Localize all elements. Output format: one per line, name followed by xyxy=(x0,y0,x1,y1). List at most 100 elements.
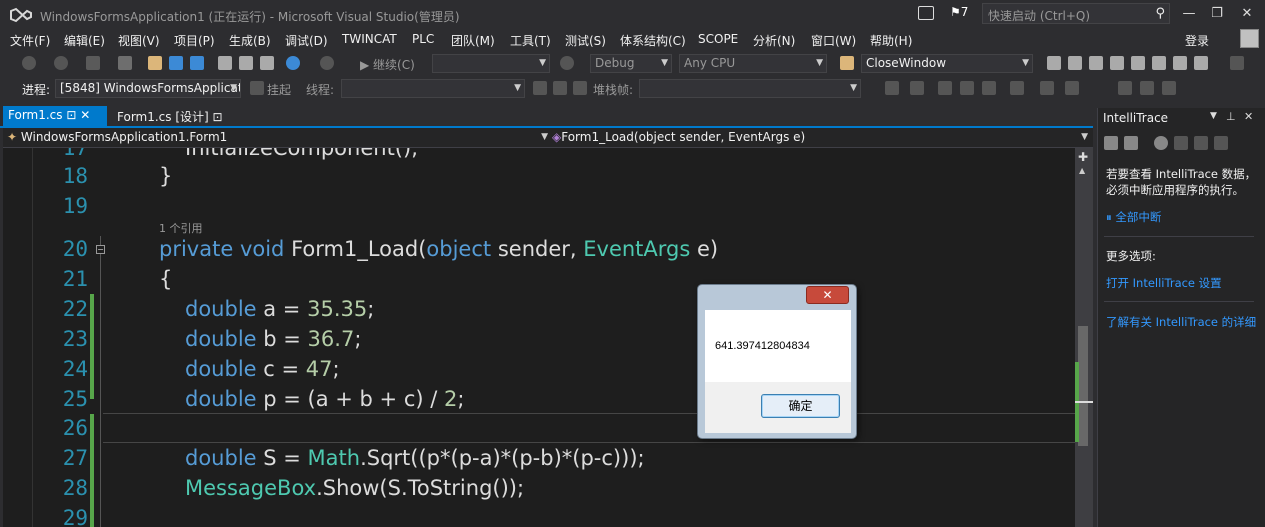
process-dropdown[interactable]: [5848] WindowsFormsApplicati ▼ xyxy=(55,79,241,98)
menu-analyze[interactable]: 分析(N) xyxy=(753,32,795,49)
refresh-icon[interactable] xyxy=(560,56,574,70)
notifications-button[interactable]: ⚑7 xyxy=(950,5,968,19)
pin-icon[interactable]: ⊡ xyxy=(213,110,223,124)
flag-thread-icon[interactable] xyxy=(553,81,567,95)
menu-test[interactable]: 测试(S) xyxy=(565,32,606,49)
tab-form1-cs[interactable]: Form1.cs ⊡ ✕ xyxy=(3,106,107,126)
redo-icon[interactable] xyxy=(320,56,334,70)
add-item-icon[interactable] xyxy=(118,56,132,70)
save-icon[interactable] xyxy=(169,56,183,70)
member-dropdown[interactable]: ◈Form1_Load(object sender, EventArgs e) ▼ xyxy=(552,129,1092,147)
avatar[interactable] xyxy=(1240,29,1259,48)
events-view-icon[interactable] xyxy=(1104,136,1118,150)
calls-view-icon[interactable] xyxy=(1124,136,1138,150)
toolbar2-tool-11-icon[interactable] xyxy=(1162,81,1176,95)
split-icon[interactable]: ✚ xyxy=(1078,150,1088,164)
settings-gear-icon[interactable] xyxy=(1154,136,1168,150)
undo-icon[interactable] xyxy=(286,56,300,70)
quick-launch-input[interactable]: 快速启动 (Ctrl+Q) ⚲ xyxy=(982,3,1170,24)
paste-icon[interactable] xyxy=(260,56,274,70)
menu-architecture[interactable]: 体系结构(C) xyxy=(620,32,686,49)
menu-project[interactable]: 项目(P) xyxy=(174,32,215,49)
menu-file[interactable]: 文件(F) xyxy=(10,32,50,49)
menu-twincat[interactable]: TWINCAT xyxy=(342,32,397,46)
menu-build[interactable]: 生成(B) xyxy=(229,32,271,49)
configuration-dropdown[interactable]: Debug ▼ xyxy=(590,54,672,73)
remove-flag-icon[interactable] xyxy=(573,81,587,95)
learn-more-link[interactable]: 了解有关 IntelliTrace 的详细 xyxy=(1106,314,1256,330)
pin-icon[interactable]: ⊡ xyxy=(66,108,76,122)
toolbar2-tool-8-icon[interactable] xyxy=(1065,81,1079,95)
collapse-icon[interactable]: − xyxy=(96,245,105,254)
toolbar2-tool-4-icon[interactable] xyxy=(960,81,974,95)
object-browser-icon[interactable] xyxy=(1131,56,1145,70)
vertical-scrollbar[interactable]: ✚ ▲ xyxy=(1075,148,1093,527)
search-icon[interactable]: ⚲ xyxy=(1155,6,1165,21)
toolbar2-tool-10-icon[interactable] xyxy=(1140,81,1154,95)
find-in-files-icon[interactable] xyxy=(840,56,854,70)
break-all-link[interactable]: ⏸ 全部中断 xyxy=(1106,209,1161,225)
forward-icon[interactable] xyxy=(54,56,68,70)
chevron-down-icon[interactable]: ▼ xyxy=(1210,111,1217,121)
run-icon[interactable] xyxy=(1230,56,1244,70)
pin-icon[interactable]: ⊥ xyxy=(1226,110,1236,123)
login-link[interactable]: 登录 xyxy=(1185,32,1209,49)
continue-button[interactable]: ▶ 继续(C) xyxy=(360,56,415,73)
close-panel-icon[interactable]: ✕ xyxy=(1244,110,1253,123)
toolbar2-tool-1-icon[interactable] xyxy=(885,81,899,95)
toolbar2-tool-6-icon[interactable] xyxy=(1010,81,1024,95)
toolbar2-tool-2-icon[interactable] xyxy=(910,81,924,95)
menu-plc[interactable]: PLC xyxy=(412,32,434,46)
continue-target-dropdown[interactable]: ▼ xyxy=(432,54,550,73)
class-view-icon[interactable] xyxy=(1152,56,1166,70)
menu-help[interactable]: 帮助(H) xyxy=(870,32,912,49)
toolbox-icon[interactable] xyxy=(1089,56,1103,70)
save-log-icon[interactable] xyxy=(1194,136,1208,150)
lifecycle-events-icon[interactable] xyxy=(250,81,264,95)
menu-window[interactable]: 窗口(W) xyxy=(811,32,856,49)
new-project-icon[interactable] xyxy=(86,56,100,70)
thread-dropdown[interactable]: ▼ xyxy=(341,79,525,98)
menu-debug[interactable]: 调试(D) xyxy=(285,32,328,49)
platform-dropdown[interactable]: Any CPU ▼ xyxy=(679,54,827,73)
properties-icon[interactable] xyxy=(1068,56,1082,70)
output-icon[interactable] xyxy=(1173,56,1187,70)
clear-icon[interactable] xyxy=(1214,136,1228,150)
toolbar2-tool-3-icon[interactable] xyxy=(938,81,952,95)
menu-view[interactable]: 视图(V) xyxy=(118,32,160,49)
suspend-label[interactable]: 挂起 xyxy=(267,81,291,98)
find-target-combo[interactable]: CloseWindow ▼ xyxy=(861,54,1033,73)
cut-icon[interactable] xyxy=(218,56,232,70)
indicator-margin[interactable] xyxy=(3,148,33,527)
start-page-icon[interactable] xyxy=(1194,56,1208,70)
toolbar2-tool-5-icon[interactable] xyxy=(982,81,996,95)
open-log-icon[interactable] xyxy=(1174,136,1188,150)
copy-icon[interactable] xyxy=(239,56,253,70)
menu-tools[interactable]: 工具(T) xyxy=(510,32,551,49)
minimize-button[interactable]: — xyxy=(1177,4,1201,24)
restore-button[interactable]: ❐ xyxy=(1205,4,1229,24)
class-dropdown[interactable]: ✦ WindowsFormsApplication1.Form1 ▼ xyxy=(7,129,552,147)
scroll-up-icon[interactable]: ▲ xyxy=(1079,166,1085,175)
menu-scope[interactable]: SCOPE xyxy=(698,32,738,46)
close-window-button[interactable]: ✕ xyxy=(1235,4,1259,24)
toolbar2-tool-9-icon[interactable] xyxy=(1118,81,1132,95)
open-settings-link[interactable]: 打开 IntelliTrace 设置 xyxy=(1106,275,1222,291)
filter-icon[interactable] xyxy=(533,81,547,95)
close-tab-icon[interactable]: ✕ xyxy=(80,108,90,122)
reference-count-hint[interactable]: 1 个引用 xyxy=(159,220,203,236)
feedback-icon[interactable] xyxy=(918,6,934,20)
open-folder-icon[interactable] xyxy=(148,56,162,70)
back-icon[interactable] xyxy=(22,56,36,70)
dialog-close-button[interactable]: ✕ xyxy=(806,286,849,304)
menu-team[interactable]: 团队(M) xyxy=(451,32,495,49)
code-editor[interactable]: − 17 InitializeComponent(); 18 } 19 1 个引… xyxy=(3,148,1075,527)
stack-frame-dropdown[interactable]: ▼ xyxy=(639,79,861,98)
solution-explorer-icon[interactable] xyxy=(1047,56,1061,70)
toolbar2-tool-7-icon[interactable] xyxy=(1040,81,1054,95)
save-all-icon[interactable] xyxy=(190,56,204,70)
team-explorer-icon[interactable] xyxy=(1110,56,1124,70)
menu-edit[interactable]: 编辑(E) xyxy=(64,32,105,49)
ok-button[interactable]: 确定 xyxy=(761,394,840,418)
tab-form1-designer[interactable]: Form1.cs [设计] ⊡ xyxy=(112,106,223,126)
